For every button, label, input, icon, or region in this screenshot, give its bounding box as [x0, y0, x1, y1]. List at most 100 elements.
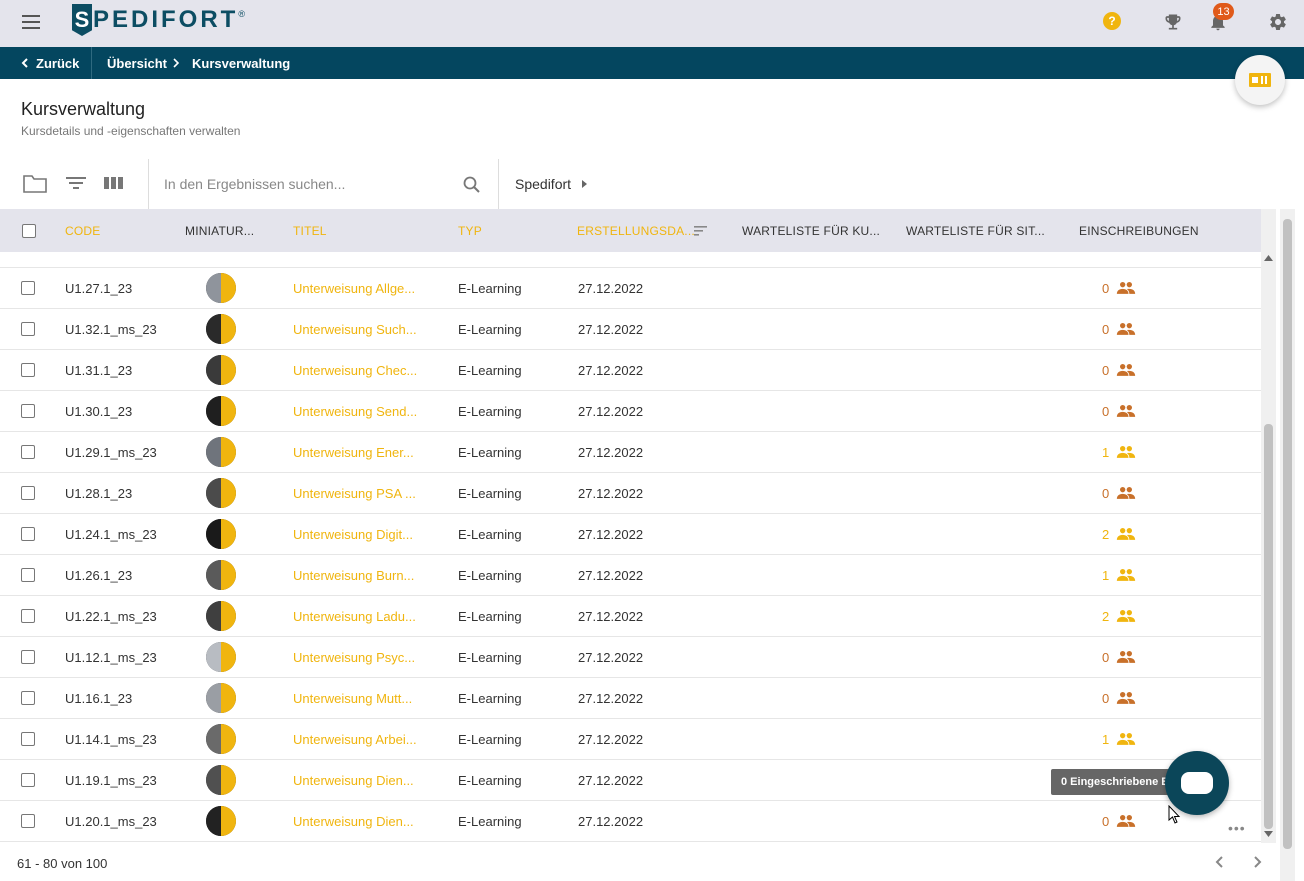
table-row[interactable]: U1.16.1_23 Unterweisung Mutt... E-Learni…	[0, 678, 1261, 719]
course-thumbnail[interactable]	[206, 719, 236, 759]
back-button[interactable]: Zurück	[20, 47, 79, 79]
course-title-link[interactable]: Unterweisung Ladu...	[293, 596, 416, 636]
row-checkbox[interactable]	[21, 322, 35, 336]
course-thumbnail[interactable]	[206, 555, 236, 595]
logo[interactable]: S PEDIFORT ®	[72, 3, 245, 37]
next-page-icon[interactable]	[1250, 855, 1264, 872]
enrollments-cell[interactable]: 0	[1102, 637, 1136, 677]
table-row[interactable]: U1.32.1_ms_23 Unterweisung Such... E-Lea…	[0, 309, 1261, 350]
enrollments-cell[interactable]: 0	[1102, 350, 1136, 390]
course-title-link[interactable]: Unterweisung Digit...	[293, 514, 413, 554]
row-checkbox[interactable]	[21, 445, 35, 459]
search-icon[interactable]	[463, 176, 481, 199]
enrollments-cell[interactable]: 1	[1102, 432, 1136, 472]
sort-icon[interactable]	[694, 209, 708, 252]
row-checkbox[interactable]	[21, 281, 35, 295]
row-checkbox[interactable]	[21, 732, 35, 746]
table-row[interactable]: U1.26.1_23 Unterweisung Burn... E-Learni…	[0, 555, 1261, 596]
select-all-checkbox[interactable]	[22, 223, 36, 238]
table-row[interactable]: U1.22.1_ms_23 Unterweisung Ladu... E-Lea…	[0, 596, 1261, 637]
course-title-link[interactable]: Unterweisung Chec...	[293, 350, 417, 390]
table-scrollbar[interactable]	[1261, 209, 1276, 843]
enrollments-cell[interactable]: 0	[1102, 268, 1136, 308]
row-checkbox[interactable]	[21, 404, 35, 418]
enrollments-cell[interactable]: 2	[1102, 514, 1136, 554]
row-checkbox[interactable]	[21, 527, 35, 541]
previous-page-icon[interactable]	[1213, 855, 1227, 872]
course-thumbnail[interactable]	[206, 432, 236, 472]
enrollments-cell[interactable]: 1	[1102, 555, 1136, 595]
company-filter[interactable]: Spedifort	[515, 159, 589, 209]
breadcrumb-overview[interactable]: Übersicht	[107, 47, 167, 79]
table-row[interactable]: U1.12.1_ms_23 Unterweisung Psyc... E-Lea…	[0, 637, 1261, 678]
column-header-thumbnail[interactable]: MINIATUR...	[185, 209, 254, 252]
enrollments-cell[interactable]: 0	[1102, 678, 1136, 718]
course-title-link[interactable]: Unterweisung Allge...	[293, 268, 415, 308]
enrollments-cell[interactable]: 0	[1102, 391, 1136, 431]
course-title-link[interactable]: Unterweisung Dien...	[293, 801, 414, 841]
table-row[interactable]: U1.24.1_ms_23 Unterweisung Digit... E-Le…	[0, 514, 1261, 555]
scroll-down-icon[interactable]	[1264, 831, 1273, 837]
course-card-button[interactable]	[1235, 55, 1285, 105]
course-thumbnail[interactable]	[206, 596, 236, 636]
more-options-icon[interactable]: •••	[1228, 820, 1246, 836]
table-row[interactable]: U1.20.1_ms_23 Unterweisung Dien... E-Lea…	[0, 801, 1261, 842]
row-checkbox[interactable]	[21, 363, 35, 377]
column-header-created[interactable]: ERSTELLUNGSDA...	[577, 209, 695, 252]
course-thumbnail[interactable]	[206, 350, 236, 390]
course-title-link[interactable]: Unterweisung Burn...	[293, 555, 414, 595]
course-thumbnail[interactable]	[206, 637, 236, 677]
gear-icon[interactable]	[1268, 12, 1288, 32]
column-header-type[interactable]: TYP	[458, 209, 482, 252]
enrollments-cell[interactable]: 0	[1102, 473, 1136, 513]
column-header-enrollments[interactable]: EINSCHREIBUNGEN	[1079, 209, 1199, 252]
filter-icon[interactable]	[66, 175, 86, 196]
course-title-link[interactable]: Unterweisung Send...	[293, 391, 417, 431]
course-thumbnail[interactable]	[206, 473, 236, 513]
column-header-code[interactable]: CODE	[65, 209, 100, 252]
table-row[interactable]: U1.14.1_ms_23 Unterweisung Arbei... E-Le…	[0, 719, 1261, 760]
help-icon[interactable]: ?	[1103, 12, 1121, 30]
table-row[interactable]: U1.29.1_ms_23 Unterweisung Ener... E-Lea…	[0, 432, 1261, 473]
course-title-link[interactable]: Unterweisung Such...	[293, 309, 417, 349]
course-title-link[interactable]: Unterweisung PSA ...	[293, 473, 416, 513]
search-input[interactable]	[164, 172, 454, 196]
course-thumbnail[interactable]	[206, 801, 236, 841]
scroll-up-icon[interactable]	[1264, 255, 1273, 261]
course-title-link[interactable]: Unterweisung Psyc...	[293, 637, 415, 677]
table-row[interactable]: U1.30.1_23 Unterweisung Send... E-Learni…	[0, 391, 1261, 432]
column-header-waitlist-course[interactable]: WARTELISTE FÜR KU...	[742, 209, 880, 252]
row-checkbox[interactable]	[21, 691, 35, 705]
course-title-link[interactable]: Unterweisung Arbei...	[293, 719, 417, 759]
row-checkbox[interactable]	[21, 814, 35, 828]
row-checkbox[interactable]	[21, 568, 35, 582]
table-row[interactable]: U1.31.1_23 Unterweisung Chec... E-Learni…	[0, 350, 1261, 391]
column-header-title[interactable]: TITEL	[293, 209, 327, 252]
course-thumbnail[interactable]	[206, 678, 236, 718]
enrollments-cell[interactable]: 1	[1102, 719, 1136, 759]
page-scrollbar[interactable]	[1280, 209, 1295, 881]
column-header-waitlist-session[interactable]: WARTELISTE FÜR SIT...	[906, 209, 1045, 252]
enrollments-cell[interactable]: 0	[1102, 309, 1136, 349]
course-title-link[interactable]: Unterweisung Ener...	[293, 432, 414, 472]
table-row[interactable]: U1.27.1_23 Unterweisung Allge... E-Learn…	[0, 268, 1261, 309]
columns-icon[interactable]	[104, 175, 124, 196]
table-scroll-thumb[interactable]	[1264, 424, 1273, 829]
row-checkbox[interactable]	[21, 650, 35, 664]
enrollments-cell[interactable]: 2	[1102, 596, 1136, 636]
row-checkbox[interactable]	[21, 486, 35, 500]
course-thumbnail[interactable]	[206, 391, 236, 431]
course-thumbnail[interactable]	[206, 268, 236, 308]
course-thumbnail[interactable]	[206, 760, 236, 800]
course-title-link[interactable]: Unterweisung Dien...	[293, 760, 414, 800]
trophy-icon[interactable]	[1163, 12, 1183, 32]
course-thumbnail[interactable]	[206, 309, 236, 349]
table-row[interactable]: U1.28.1_23 Unterweisung PSA ... E-Learni…	[0, 473, 1261, 514]
page-scroll-thumb[interactable]	[1283, 219, 1292, 849]
menu-icon[interactable]	[22, 15, 40, 29]
course-title-link[interactable]: Unterweisung Mutt...	[293, 678, 412, 718]
enrollments-cell[interactable]: 0	[1102, 801, 1136, 841]
folder-icon[interactable]	[22, 172, 48, 199]
row-checkbox[interactable]	[21, 609, 35, 623]
course-thumbnail[interactable]	[206, 514, 236, 554]
